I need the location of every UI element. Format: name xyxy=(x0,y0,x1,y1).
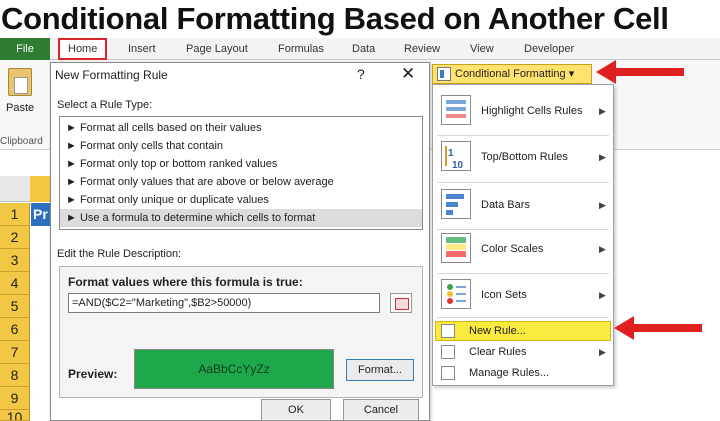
ribbon-tab-bar: File Home Insert Page Layout Formulas Da… xyxy=(0,38,720,60)
top-bottom-icon: 1 10 xyxy=(441,141,471,171)
new-rule-icon xyxy=(441,324,455,338)
menu-separator xyxy=(437,317,609,318)
conditional-formatting-button[interactable]: Conditional Formatting ▾ xyxy=(432,64,592,84)
menu-separator xyxy=(437,273,609,274)
rule-type-item[interactable]: ► Format only unique or duplicate values xyxy=(60,191,422,209)
menu-separator xyxy=(437,229,609,230)
row-header[interactable]: 7 xyxy=(0,341,30,364)
menu-item-top-bottom-rules[interactable]: 1 10 Top/Bottom Rules ▶ xyxy=(433,141,613,175)
row-header[interactable]: 6 xyxy=(0,318,30,341)
color-scales-icon xyxy=(441,233,471,263)
tab-page-layout[interactable]: Page Layout xyxy=(186,38,248,60)
menu-item-label: Color Scales xyxy=(481,243,544,255)
rule-type-item[interactable]: ► Format only values that are above or b… xyxy=(60,173,422,191)
menu-item-data-bars[interactable]: Data Bars ▶ xyxy=(433,189,613,223)
row-header[interactable]: 8 xyxy=(0,364,30,387)
range-selector-icon[interactable] xyxy=(390,293,412,313)
conditional-formatting-label: Conditional Formatting ▾ xyxy=(455,68,575,80)
new-formatting-rule-dialog: New Formatting Rule ? ✕ Select a Rule Ty… xyxy=(50,62,430,421)
svg-text:10: 10 xyxy=(452,160,464,171)
format-button[interactable]: Format... xyxy=(346,359,414,381)
submenu-arrow-icon: ▶ xyxy=(599,200,606,210)
menu-separator xyxy=(437,182,609,183)
menu-item-label: Icon Sets xyxy=(481,289,527,301)
menu-item-highlight-cells-rules[interactable]: Highlight Cells Rules ▶ xyxy=(433,95,613,129)
tab-review[interactable]: Review xyxy=(404,38,440,60)
page-title: Conditional Formatting Based on Another … xyxy=(1,1,669,36)
rule-type-item-selected[interactable]: ► Use a formula to determine which cells… xyxy=(60,209,422,227)
arrow-to-conditional-formatting-icon xyxy=(596,60,684,84)
help-icon[interactable]: ? xyxy=(357,66,365,82)
paste-label[interactable]: Paste xyxy=(6,102,34,114)
menu-item-label: Manage Rules... xyxy=(469,367,550,379)
menu-separator xyxy=(437,135,609,136)
menu-item-label: Clear Rules xyxy=(469,346,527,358)
select-rule-type-label: Select a Rule Type: xyxy=(57,99,153,111)
tab-developer[interactable]: Developer xyxy=(524,38,574,60)
menu-item-label: Highlight Cells Rules xyxy=(481,105,583,117)
cancel-button[interactable]: Cancel xyxy=(343,399,419,421)
clipboard-group-label: Clipboard xyxy=(0,136,43,147)
tab-file[interactable]: File xyxy=(0,38,50,60)
rule-type-item[interactable]: ► Format only top or bottom ranked value… xyxy=(60,155,422,173)
cell-b1[interactable]: Pr xyxy=(31,203,50,226)
menu-item-new-rule[interactable]: New Rule... xyxy=(433,323,613,341)
tab-view[interactable]: View xyxy=(470,38,494,60)
row-header[interactable]: 1 xyxy=(0,203,30,226)
formula-input[interactable] xyxy=(68,293,380,313)
menu-item-icon-sets[interactable]: Icon Sets ▶ xyxy=(433,279,613,313)
conditional-formatting-icon xyxy=(437,67,451,81)
highlight-cells-icon xyxy=(441,95,471,125)
svg-text:1: 1 xyxy=(448,148,454,159)
dialog-title-bar: New Formatting Rule ? ✕ xyxy=(51,63,429,87)
submenu-arrow-icon: ▶ xyxy=(599,244,606,254)
row-header[interactable]: 10 xyxy=(0,410,30,421)
row-header[interactable]: 9 xyxy=(0,387,30,410)
formula-heading: Format values where this formula is true… xyxy=(68,275,303,289)
dialog-title: New Formatting Rule xyxy=(55,68,168,82)
paste-icon[interactable] xyxy=(8,68,32,96)
rule-description-box: Format values where this formula is true… xyxy=(59,266,423,398)
submenu-arrow-icon: ▶ xyxy=(599,347,606,357)
rule-type-list: ► Format all cells based on their values… xyxy=(59,116,423,230)
close-icon[interactable]: ✕ xyxy=(401,64,415,84)
row-header[interactable]: 3 xyxy=(0,249,30,272)
menu-item-clear-rules[interactable]: Clear Rules ▶ xyxy=(433,344,613,362)
ok-button[interactable]: OK xyxy=(261,399,331,421)
rule-type-item[interactable]: ► Format all cells based on their values xyxy=(60,119,422,137)
rule-type-item[interactable]: ► Format only cells that contain xyxy=(60,137,422,155)
tab-formulas[interactable]: Formulas xyxy=(278,38,324,60)
icon-sets-icon xyxy=(441,279,471,309)
arrow-to-new-rule-icon xyxy=(614,316,702,340)
row-header[interactable]: 4 xyxy=(0,272,30,295)
column-header-b[interactable] xyxy=(30,176,50,202)
eraser-icon xyxy=(441,345,455,359)
menu-item-label: New Rule... xyxy=(469,325,526,337)
data-bars-icon xyxy=(441,189,471,219)
menu-item-label: Data Bars xyxy=(481,199,530,211)
submenu-arrow-icon: ▶ xyxy=(599,152,606,162)
row-header[interactable]: 5 xyxy=(0,295,30,318)
conditional-formatting-menu: Highlight Cells Rules ▶ 1 10 Top/Bottom R… xyxy=(432,84,614,386)
manage-rules-icon xyxy=(441,366,455,380)
tab-home[interactable]: Home xyxy=(58,38,108,60)
menu-item-label: Top/Bottom Rules xyxy=(481,151,568,163)
preview-swatch: AaBbCcYyZz xyxy=(134,349,334,389)
tab-data[interactable]: Data xyxy=(352,38,375,60)
preview-label: Preview: xyxy=(68,367,118,381)
tab-insert[interactable]: Insert xyxy=(128,38,156,60)
submenu-arrow-icon: ▶ xyxy=(599,290,606,300)
menu-item-manage-rules[interactable]: Manage Rules... xyxy=(433,365,613,383)
row-header[interactable]: 2 xyxy=(0,226,30,249)
menu-item-color-scales[interactable]: Color Scales ▶ xyxy=(433,233,613,267)
edit-rule-description-label: Edit the Rule Description: xyxy=(57,248,182,260)
submenu-arrow-icon: ▶ xyxy=(599,106,606,116)
